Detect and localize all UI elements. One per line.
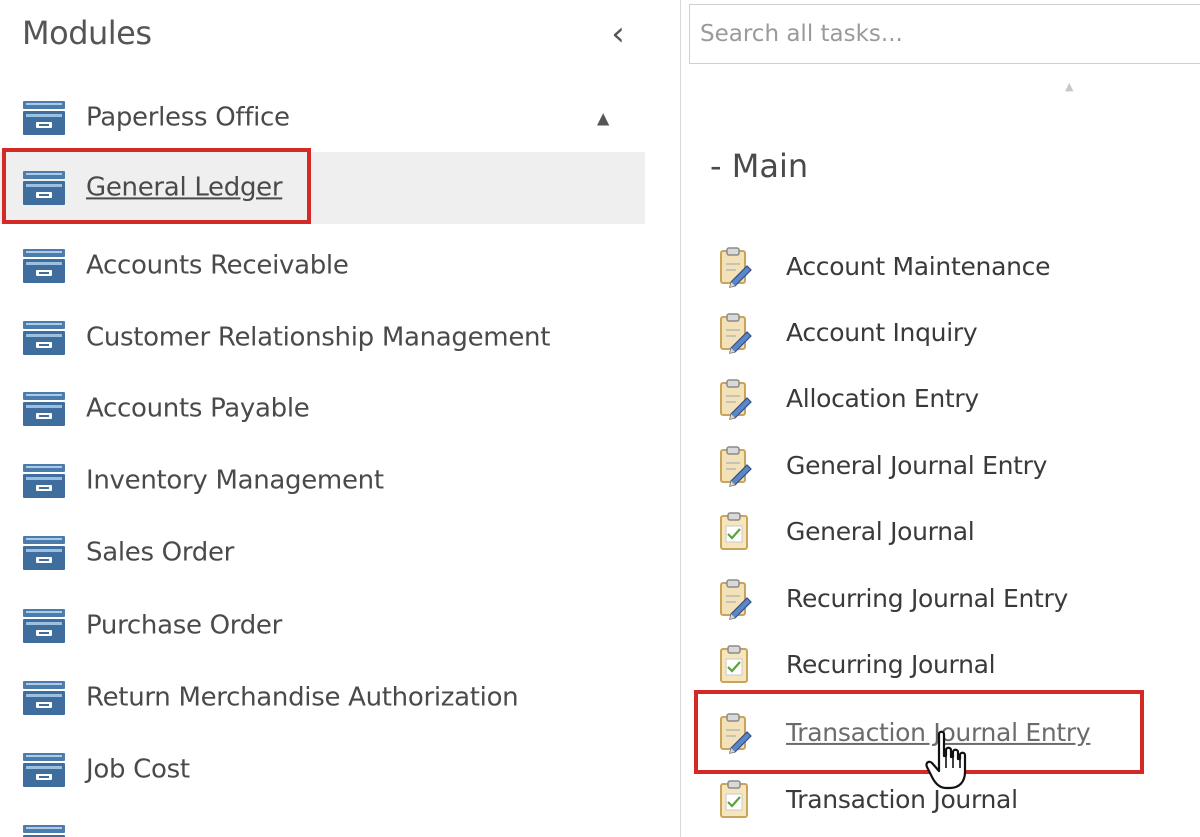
module-label: Inventory Management xyxy=(86,465,384,496)
module-item-accounts-receivable[interactable]: Accounts Receivable xyxy=(0,230,645,302)
highlight-box xyxy=(2,148,311,224)
module-label: Sales Order xyxy=(86,537,235,568)
clipboard-check-icon xyxy=(718,644,752,686)
task-label: Account Maintenance xyxy=(786,251,1051,281)
folder-icon xyxy=(22,752,66,788)
task-label: Account Inquiry xyxy=(786,317,978,347)
modules-title: Modules xyxy=(22,14,152,52)
module-item-sales-order[interactable]: Sales Order xyxy=(0,517,645,589)
clipboard-pencil-icon xyxy=(718,378,752,420)
task-label: Allocation Entry xyxy=(786,383,979,413)
panel-divider xyxy=(680,0,681,837)
clipboard-pencil-icon xyxy=(718,312,752,354)
folder-icon xyxy=(22,463,66,499)
clipboard-pencil-icon xyxy=(718,445,752,487)
module-label: Customer Relationship Management xyxy=(86,322,551,353)
module-item-paperless-office[interactable]: Paperless Office ▲ xyxy=(0,82,645,154)
folder-icon xyxy=(22,320,66,356)
module-label: Accounts Payable xyxy=(86,393,310,424)
module-item-accounts-payable[interactable]: Accounts Payable xyxy=(0,373,645,445)
task-item-recurring-journal-entry[interactable]: Recurring Journal Entry xyxy=(690,567,1195,631)
clipboard-pencil-icon xyxy=(718,578,752,620)
folder-icon xyxy=(22,100,66,136)
task-label: General Journal Entry xyxy=(786,450,1048,480)
folder-icon xyxy=(22,824,66,837)
caret-up-icon[interactable]: ▲ xyxy=(597,109,609,128)
module-item-inventory-management[interactable]: Inventory Management xyxy=(0,445,645,517)
folder-icon xyxy=(22,248,66,284)
task-label: Recurring Journal xyxy=(786,649,996,679)
module-item-rma[interactable]: Return Merchandise Authorization xyxy=(0,662,645,734)
search-input[interactable] xyxy=(689,4,1200,64)
module-label: Job Cost xyxy=(86,754,190,785)
highlight-box xyxy=(694,690,1144,774)
task-label: General Journal xyxy=(786,516,975,546)
task-item-account-inquiry[interactable]: Account Inquiry xyxy=(690,301,1195,365)
task-item-account-maintenance[interactable]: Account Maintenance xyxy=(690,235,1195,299)
task-label: Recurring Journal Entry xyxy=(786,583,1068,613)
module-item-job-cost[interactable]: Job Cost xyxy=(0,734,645,806)
folder-icon xyxy=(22,680,66,716)
folder-icon xyxy=(22,391,66,427)
module-item-crm[interactable]: Customer Relationship Management xyxy=(0,302,645,374)
task-item-recurring-journal[interactable]: Recurring Journal xyxy=(690,633,1195,697)
chevron-left-icon[interactable]: ‹ xyxy=(600,14,636,54)
clipboard-pencil-icon xyxy=(718,246,752,288)
task-label: Transaction Journal xyxy=(786,784,1018,814)
module-label: Purchase Order xyxy=(86,610,283,641)
clipboard-check-icon xyxy=(718,511,752,553)
folder-icon xyxy=(22,608,66,644)
section-header-main[interactable]: - Main xyxy=(710,147,808,185)
task-item-general-journal[interactable]: General Journal xyxy=(690,500,1195,564)
task-item-general-journal-entry[interactable]: General Journal Entry xyxy=(690,434,1195,498)
clipboard-check-icon xyxy=(718,779,752,821)
module-label: Return Merchandise Authorization xyxy=(86,682,519,713)
module-item-partial[interactable] xyxy=(0,806,645,837)
module-label: Accounts Receivable xyxy=(86,250,349,281)
hand-pointer-icon xyxy=(925,730,967,790)
folder-icon xyxy=(22,535,66,571)
module-item-purchase-order[interactable]: Purchase Order xyxy=(0,590,645,662)
module-label: Paperless Office xyxy=(86,102,290,133)
modules-panel: Modules ‹ Paperless Office ▲ General Led… xyxy=(0,0,680,837)
task-item-allocation-entry[interactable]: Allocation Entry xyxy=(690,367,1195,431)
scroll-up-icon[interactable]: ▲ xyxy=(1065,80,1073,93)
